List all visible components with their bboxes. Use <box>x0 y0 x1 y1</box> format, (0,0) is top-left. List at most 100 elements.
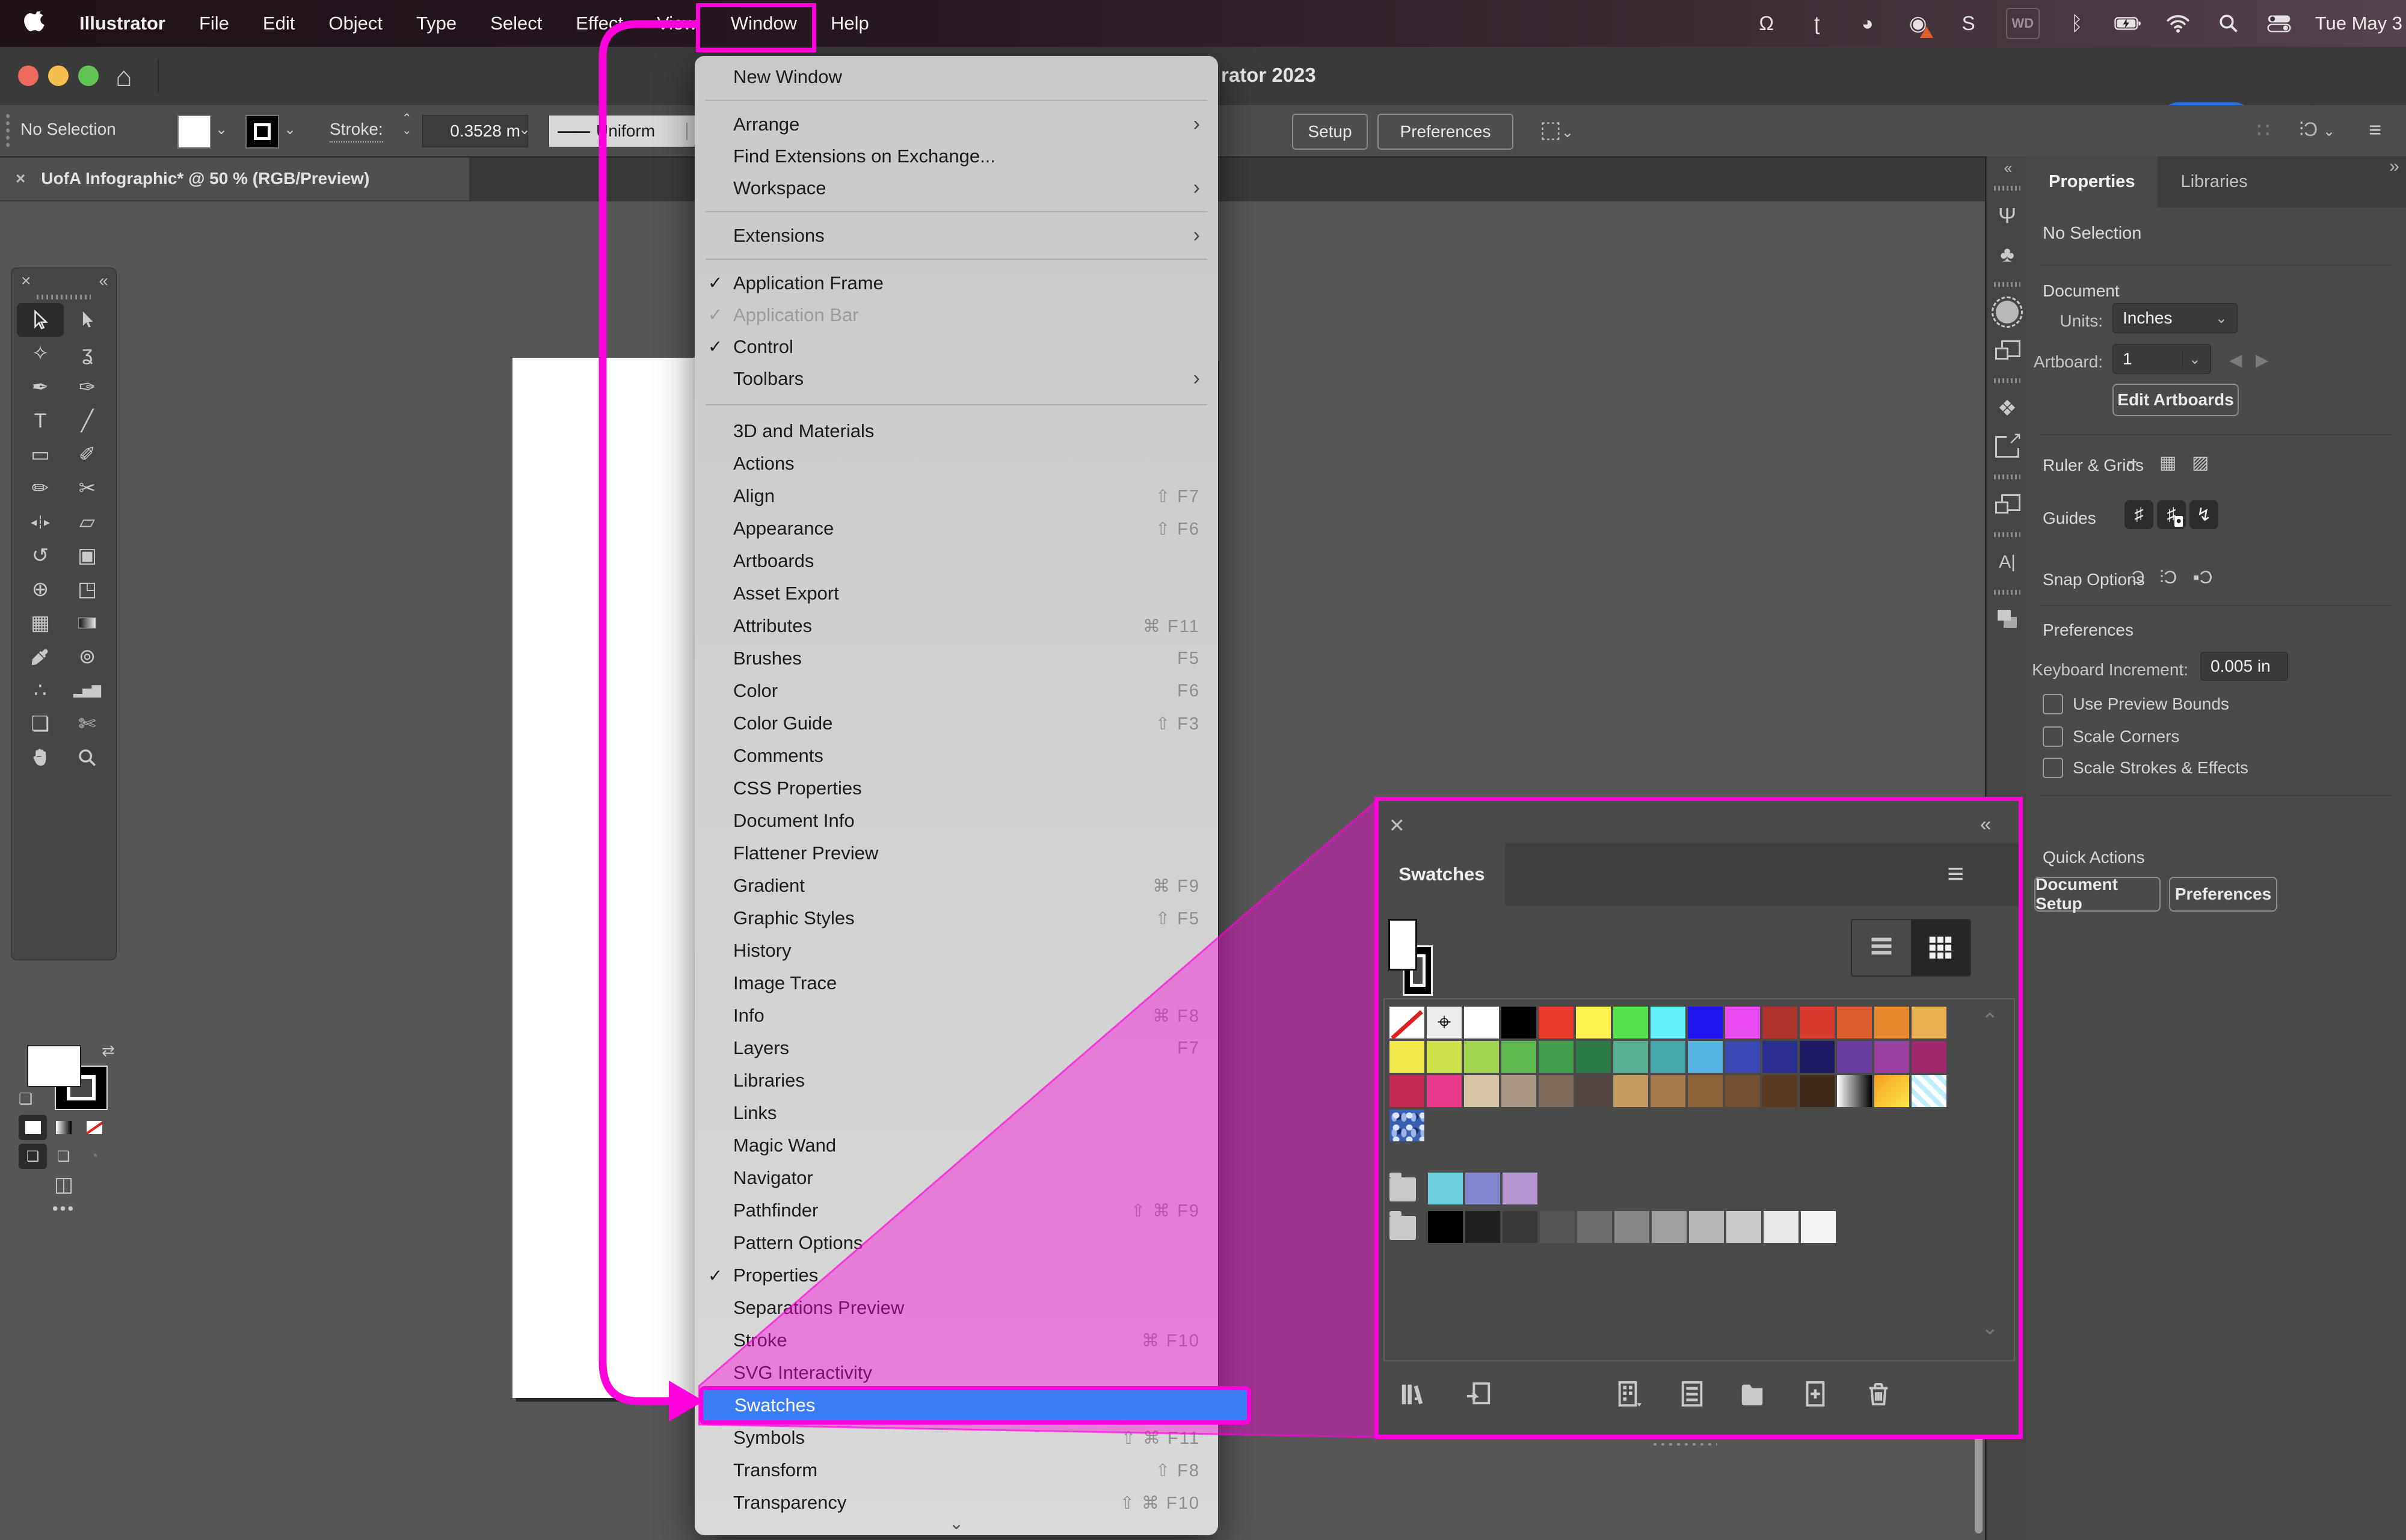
menu-item-document-info[interactable]: Document Info <box>695 805 1218 837</box>
stroke-label[interactable]: Stroke: <box>330 120 383 143</box>
reflect-tool[interactable]: ◂┆▸ <box>17 505 64 539</box>
menu-item-libraries[interactable]: Libraries <box>695 1064 1218 1097</box>
collapse-dock-icon[interactable]: ‹‹ <box>1987 156 2027 177</box>
edit-artboards-button[interactable]: Edit Artboards <box>2112 384 2239 416</box>
swatch-#000000[interactable] <box>1428 1211 1463 1243</box>
swatch-#b396d2[interactable] <box>1503 1173 1537 1204</box>
symbol-sprayer-tool[interactable]: ∴ <box>17 673 64 707</box>
swatch-#f3e84c[interactable] <box>1389 1041 1424 1073</box>
symbols-panel-icon[interactable]: ♣ <box>1987 235 2027 274</box>
draw-normal-button[interactable]: ❏ <box>19 1144 47 1169</box>
swatch-#55e04d[interactable] <box>1613 1007 1648 1038</box>
variable-width-profile-select[interactable]: ——Uniform ⌄ <box>549 115 715 147</box>
menu-item-arrange[interactable]: Arrange› <box>695 108 1218 140</box>
wd-drive-icon[interactable]: WD <box>2006 8 2040 39</box>
menubar-item-select[interactable]: Select <box>473 0 559 47</box>
drag-handle[interactable] <box>5 112 11 150</box>
character-panel-icon[interactable]: A| <box>1987 543 2027 581</box>
swatch-#a87b4b[interactable] <box>1651 1075 1685 1107</box>
fill-proxy[interactable] <box>1388 919 1417 971</box>
pencil-tool[interactable]: ✏ <box>17 471 64 505</box>
apple-menu[interactable] <box>0 0 63 47</box>
control-center-icon[interactable] <box>2266 10 2292 37</box>
zoom-tool[interactable] <box>64 741 111 775</box>
perspective-grid-tool[interactable]: ◳ <box>64 572 111 606</box>
color-button[interactable] <box>19 1115 47 1140</box>
curvature-tool[interactable]: ✑ <box>64 370 111 404</box>
scissors-tool[interactable]: ✂ <box>64 471 111 505</box>
stroke-weight-input[interactable]: 0.3528 m <box>422 115 528 147</box>
swatch-#ea4bf0[interactable] <box>1725 1007 1760 1038</box>
swatch-#a1286e[interactable] <box>1912 1041 1946 1073</box>
line-segment-tool[interactable]: ╱ <box>64 404 111 438</box>
snap-grid-icon[interactable]: ⫶Ͻ <box>2159 568 2177 588</box>
swatch-#1f1a64[interactable] <box>1800 1041 1835 1073</box>
close-panel-icon[interactable]: × <box>1389 811 1405 839</box>
scale-strokes-effects-checkbox[interactable] <box>2043 758 2063 778</box>
search-icon[interactable] <box>2215 10 2242 37</box>
show-guides-icon[interactable]: ♯ <box>2124 500 2153 529</box>
artboard-tool[interactable]: ❏ <box>17 707 64 741</box>
free-transform-tool[interactable]: ▣ <box>64 539 111 572</box>
document-tab[interactable]: × UofA Infographic* @ 50 % (RGB/Preview) <box>0 156 469 200</box>
swatch-#eab054[interactable] <box>1912 1007 1946 1038</box>
swatch-#e8892f[interactable] <box>1874 1007 1909 1038</box>
keyboard-increment-input[interactable]: 0.005 in <box>2200 652 2288 681</box>
pen-tool[interactable]: ✒ <box>17 370 64 404</box>
column-graph-tool[interactable]: ▂▅▇ <box>64 673 111 707</box>
none-button[interactable] <box>80 1115 108 1140</box>
show-swatch-kinds-icon[interactable] <box>1613 1378 1645 1410</box>
swatch-pattern-checker[interactable] <box>1912 1075 1946 1107</box>
rotate-tool[interactable]: ↺ <box>17 539 64 572</box>
swatch-#47a8ad[interactable] <box>1651 1041 1685 1073</box>
bluetooth-icon[interactable]: ᛒ <box>2064 10 2090 37</box>
menu-item-svg-interactivity[interactable]: SVG Interactivity <box>695 1357 1218 1389</box>
menu-item-magic-wand[interactable]: Magic Wand <box>695 1129 1218 1162</box>
dock-drag-handle[interactable] <box>1994 378 2020 383</box>
menubar-item-file[interactable]: File <box>182 0 246 47</box>
swatch-gradient-orange[interactable] <box>1874 1075 1909 1107</box>
blend-tool[interactable]: ⊚ <box>64 640 111 673</box>
layers-panel-icon[interactable]: ❖ <box>1987 389 2027 428</box>
chevron-down-icon[interactable]: ⌄ <box>284 121 296 138</box>
menu-item-application-frame[interactable]: ✓Application Frame <box>695 267 1218 299</box>
scroll-down-icon[interactable]: ⌄ <box>1981 1316 1999 1340</box>
close-tab-icon[interactable]: × <box>0 169 41 188</box>
menu-item-color[interactable]: ColorF6 <box>695 675 1218 707</box>
menu-item-workspace[interactable]: Workspace› <box>695 172 1218 204</box>
menu-item-extensions[interactable]: Extensions› <box>695 219 1218 251</box>
menu-item-artboards[interactable]: Artboards <box>695 545 1218 577</box>
menu-item-transform[interactable]: Transform⇧ F8 <box>695 1454 1218 1486</box>
fill-stroke-indicator[interactable]: ⇄ ❏ <box>20 1044 108 1111</box>
swatch-#5fb94c[interactable] <box>1501 1041 1536 1073</box>
swap-fill-stroke-icon[interactable]: ⇄ <box>102 1041 115 1060</box>
swatch-pattern-floral[interactable] <box>1389 1109 1424 1141</box>
rectangle-tool[interactable]: ▭ <box>17 438 64 471</box>
menubar-item-illustrator[interactable]: Illustrator <box>63 0 182 47</box>
swatch-#555555[interactable] <box>1540 1211 1575 1243</box>
swatch-#5d3b20[interactable] <box>1762 1075 1797 1107</box>
chevron-down-icon[interactable]: ⌄ <box>215 121 227 138</box>
headphones-icon[interactable]: Ω <box>1753 10 1780 37</box>
brushes-panel-icon[interactable]: Ψ <box>1987 197 2027 235</box>
swatch-#3a3a3a[interactable] <box>1503 1211 1537 1243</box>
swatch-#d93a2d[interactable] <box>1800 1007 1835 1038</box>
swatch-#a99781[interactable] <box>1501 1075 1536 1107</box>
menu-item-toolbars[interactable]: Toolbars› <box>695 363 1218 394</box>
transparency-grid-icon[interactable]: ▨ <box>2192 452 2209 473</box>
document-setup-button-partial[interactable]: Setup <box>1292 114 1368 150</box>
pathfinder-panel-icon[interactable] <box>1987 485 2027 524</box>
menubar-clock[interactable]: Tue May 3 <box>2315 13 2402 34</box>
snap-to-glyph-icon[interactable]: ↯ <box>2189 500 2218 529</box>
lock-guides-icon[interactable]: ♯● <box>2157 500 2186 529</box>
menubar-item-effect[interactable]: Effect <box>559 0 640 47</box>
fill-color-swatch[interactable] <box>177 115 211 149</box>
menu-item-history[interactable]: History <box>695 934 1218 967</box>
menu-item-stroke[interactable]: Stroke⌘ F10 <box>695 1324 1218 1357</box>
panel-menu-icon[interactable]: ≡ <box>1947 857 1964 891</box>
collapse-panel-icon[interactable]: ‹‹ <box>1980 813 1989 835</box>
menubar-item-type[interactable]: Type <box>399 0 473 47</box>
more-tools-icon[interactable]: ••• <box>11 1199 116 1218</box>
swatch-#d5c5a3[interactable] <box>1464 1075 1499 1107</box>
selection-tool-preset-icon[interactable]: ⬚⌄ <box>1540 116 1574 143</box>
